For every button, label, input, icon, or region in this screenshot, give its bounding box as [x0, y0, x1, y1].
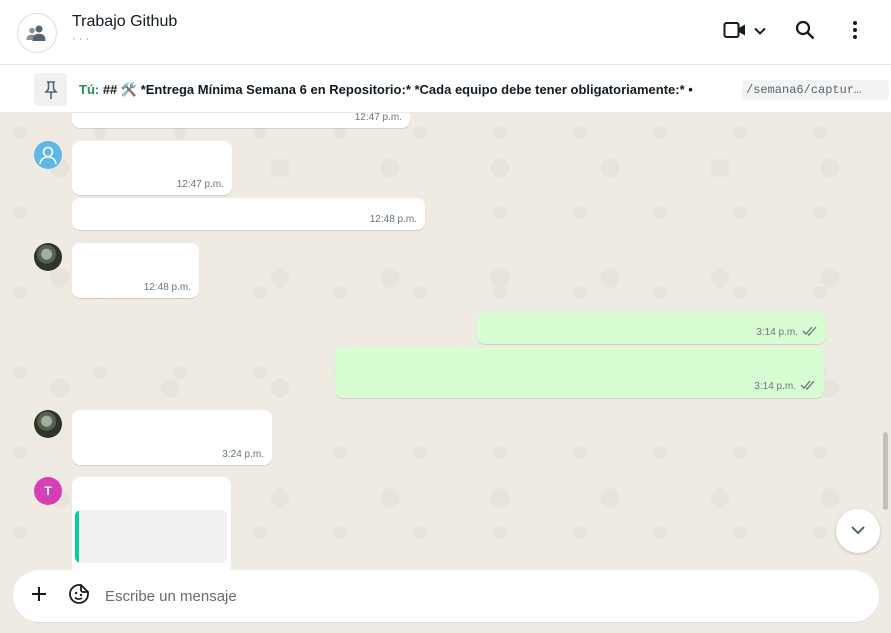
menu-icon: [852, 20, 858, 45]
chat-subtitle: · · ·: [72, 33, 90, 45]
message-bubble-outgoing[interactable]: 3:14 p.m.: [335, 347, 824, 398]
double-check-icon: [800, 380, 816, 393]
pin-icon[interactable]: [34, 73, 67, 106]
messages-scrollbar[interactable]: [883, 432, 888, 510]
message-bubble-incoming[interactable]: 12:48 p.m.: [72, 198, 425, 230]
group-avatar-icon[interactable]: [17, 13, 57, 53]
attach-button[interactable]: [25, 582, 53, 610]
message-composer: [0, 570, 891, 633]
message-input[interactable]: [105, 578, 865, 614]
message-bubble-incoming[interactable]: 12:47 p.m.: [72, 113, 410, 128]
sticker-icon: [68, 583, 90, 610]
pinned-message-text: Tú: ## 🛠️ *Entrega Mínima Semana 6 en Re…: [79, 82, 693, 98]
message-bubble-outgoing[interactable]: 3:14 p.m.: [477, 312, 826, 344]
chevron-down-icon: [753, 23, 767, 41]
message-bubble-incoming[interactable]: 12:48 p.m.: [72, 243, 199, 298]
message-time: 12:47 p.m.: [176, 179, 224, 190]
message-bubble-incoming[interactable]: 3:24 p.m.: [72, 410, 272, 465]
avatar-photo[interactable]: [34, 410, 62, 438]
avatar-letter[interactable]: T: [34, 477, 62, 505]
composer-box: [13, 570, 879, 622]
menu-button[interactable]: [842, 18, 868, 46]
video-call-icon: [723, 21, 747, 44]
chevron-down-icon: [850, 522, 866, 540]
message-time: 12:47 p.m.: [354, 113, 402, 123]
double-check-icon: [802, 326, 818, 339]
messages-area[interactable]: 12:47 p.m. 12:47 p.m. 12:48 p.m. 12:48 p…: [0, 113, 891, 570]
pinned-code-snippet: /semana6/captur…: [742, 80, 889, 100]
pinned-body: ## 🛠️ *Entrega Mínima Semana 6 en Reposi…: [99, 82, 693, 97]
video-call-button[interactable]: [720, 18, 770, 46]
chat-header: Trabajo Github · · ·: [0, 0, 891, 65]
chat-title[interactable]: Trabajo Github: [72, 13, 177, 31]
message-time: 3:14 p.m.: [756, 326, 818, 339]
pinned-sender: Tú:: [79, 82, 100, 97]
message-time: 3:14 p.m.: [754, 380, 816, 393]
search-button[interactable]: [790, 18, 820, 46]
message-bubble-incoming[interactable]: 12:47 p.m.: [72, 141, 232, 195]
quoted-message[interactable]: [75, 510, 227, 563]
sticker-button[interactable]: [65, 582, 93, 610]
message-time: 12:48 p.m.: [369, 214, 417, 225]
scroll-to-bottom-button[interactable]: [836, 509, 880, 553]
pinned-message-bar[interactable]: Tú: ## 🛠️ *Entrega Mínima Semana 6 en Re…: [0, 65, 891, 113]
plus-icon: [30, 585, 48, 608]
message-bubble-incoming[interactable]: [72, 477, 231, 570]
avatar-photo[interactable]: [34, 243, 62, 271]
avatar-default-icon[interactable]: [34, 141, 62, 169]
message-time: 3:24 p.m.: [222, 449, 264, 460]
message-time: 12:48 p.m.: [143, 282, 191, 293]
quote-accent-bar: [75, 510, 79, 563]
search-icon: [795, 20, 815, 45]
